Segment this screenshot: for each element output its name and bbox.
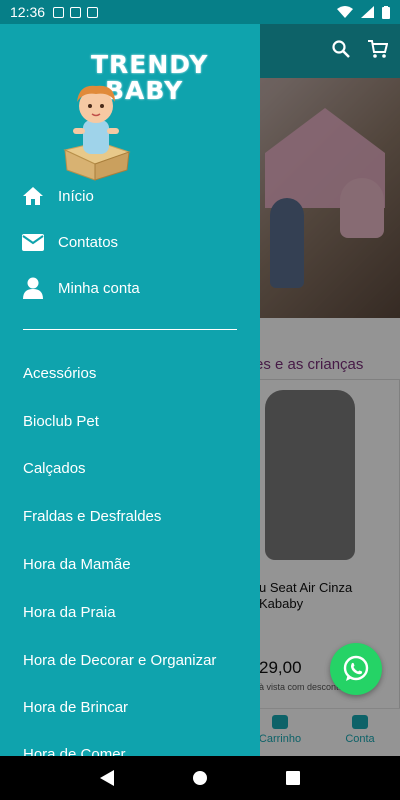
navigation-drawer: TRENDY BABY Início Contatos Minha conta … xyxy=(0,24,260,756)
menu-divider xyxy=(23,329,237,330)
envelope-icon xyxy=(22,231,44,253)
battery-icon xyxy=(382,5,390,19)
wifi-icon xyxy=(337,6,353,18)
category-item[interactable]: Acessórios xyxy=(23,365,96,382)
category-item[interactable]: Hora da Mamãe xyxy=(23,556,131,573)
status-bar: 12:36 xyxy=(0,0,400,24)
category-item[interactable]: Calçados xyxy=(23,460,86,477)
menu-item-minha-conta[interactable]: Minha conta xyxy=(22,273,140,303)
back-icon[interactable] xyxy=(99,770,114,786)
baby-in-box-illustration xyxy=(63,85,131,181)
category-item[interactable]: Hora de Decorar e Organizar xyxy=(23,652,216,669)
user-icon xyxy=(22,277,44,299)
category-item[interactable]: Hora da Praia xyxy=(23,604,116,621)
menu-item-label: Minha conta xyxy=(58,279,140,297)
menu-item-inicio[interactable]: Início xyxy=(22,181,94,211)
category-item[interactable]: Fraldas e Desfraldes xyxy=(23,508,161,525)
menu-item-contatos[interactable]: Contatos xyxy=(22,227,118,257)
search-icon[interactable] xyxy=(332,40,350,58)
recents-icon[interactable] xyxy=(286,771,301,785)
menu-item-label: Contatos xyxy=(58,233,119,251)
menu-item-label: Início xyxy=(58,187,94,205)
sd-card-icon xyxy=(87,6,99,18)
category-item[interactable]: Hora de Brincar xyxy=(23,699,128,716)
category-item[interactable]: Hora de Comer xyxy=(23,746,126,756)
cart-icon[interactable] xyxy=(368,40,388,58)
notification-icon xyxy=(70,6,82,18)
status-time: 12:36 xyxy=(10,4,46,20)
brand-logo[interactable]: TRENDY BABY xyxy=(55,52,215,182)
signal-icon xyxy=(361,6,374,18)
home-button-icon[interactable] xyxy=(192,771,207,785)
home-icon xyxy=(22,185,44,207)
system-nav-bar xyxy=(0,756,400,800)
notification-icon xyxy=(53,6,65,18)
whatsapp-button[interactable] xyxy=(330,643,382,695)
category-item[interactable]: Bioclub Pet xyxy=(23,413,99,430)
whatsapp-icon xyxy=(343,655,369,681)
